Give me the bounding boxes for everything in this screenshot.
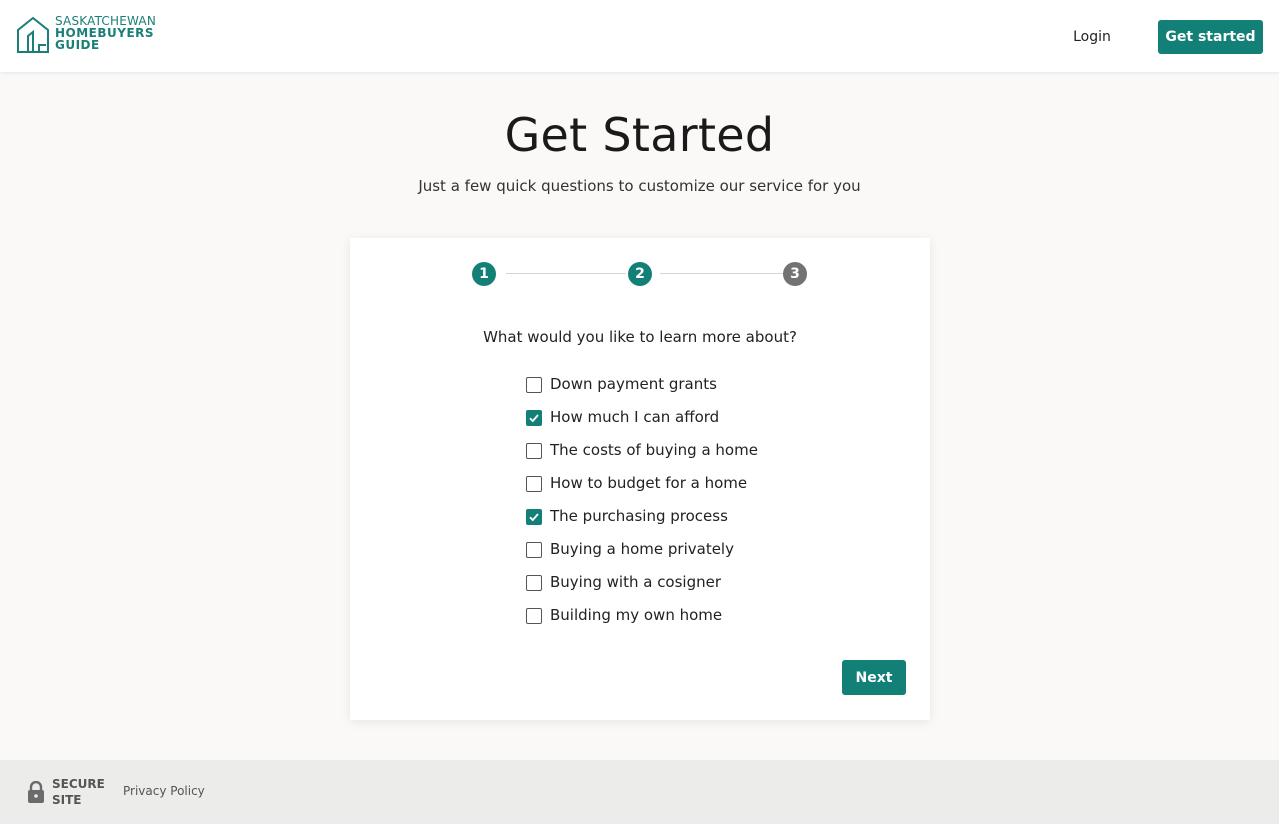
option-how-to-budget[interactable]: How to budget for a home bbox=[526, 473, 826, 506]
privacy-policy-link[interactable]: Privacy Policy bbox=[123, 784, 205, 798]
option-label: Building my own home bbox=[550, 606, 723, 624]
site-footer: SECURE SITE Privacy Policy bbox=[0, 760, 1279, 824]
progress-stepper: 1 2 3 bbox=[350, 262, 930, 286]
house-outline-icon bbox=[17, 16, 49, 53]
option-costs-of-buying[interactable]: The costs of buying a home bbox=[526, 440, 826, 473]
option-buying-with-cosigner[interactable]: Buying with a cosigner bbox=[526, 572, 826, 605]
check-icon bbox=[529, 414, 539, 423]
option-label: The purchasing process bbox=[550, 507, 728, 525]
logo-wordmark: SASKATCHEWAN HOMEBUYERS GUIDE bbox=[55, 15, 156, 51]
option-label: How to budget for a home bbox=[550, 474, 748, 492]
step-connector bbox=[660, 273, 784, 274]
get-started-button[interactable]: Get started bbox=[1158, 20, 1263, 54]
option-label: How much I can afford bbox=[550, 408, 720, 426]
option-down-payment-grants[interactable]: Down payment grants bbox=[526, 374, 826, 407]
checkbox[interactable] bbox=[526, 377, 542, 393]
page-subtitle: Just a few quick questions to customize … bbox=[418, 177, 861, 195]
site-logo[interactable]: SASKATCHEWAN HOMEBUYERS GUIDE bbox=[16, 14, 176, 58]
step-1-indicator: 1 bbox=[472, 262, 496, 286]
option-label: Buying with a cosigner bbox=[550, 573, 722, 591]
checkbox[interactable] bbox=[526, 608, 542, 624]
checkbox[interactable] bbox=[526, 476, 542, 492]
checkbox[interactable] bbox=[526, 575, 542, 591]
step-2-indicator: 2 bbox=[628, 262, 652, 286]
secure-site-badge: SECURE SITE bbox=[52, 776, 112, 808]
option-label: Down payment grants bbox=[550, 375, 717, 393]
checkbox[interactable] bbox=[526, 542, 542, 558]
secure-line-1: SECURE bbox=[52, 777, 105, 791]
option-label: Buying a home privately bbox=[550, 540, 734, 558]
topic-options: Down payment grants How much I can affor… bbox=[526, 374, 826, 638]
checkbox[interactable] bbox=[526, 509, 542, 525]
page-title: Get Started bbox=[504, 108, 775, 162]
option-buying-privately[interactable]: Buying a home privately bbox=[526, 539, 826, 572]
logo-line-3: GUIDE bbox=[55, 38, 100, 52]
option-building-own-home[interactable]: Building my own home bbox=[526, 605, 826, 638]
question-text: What would you like to learn more about? bbox=[483, 328, 797, 346]
questionnaire-card: 1 2 3 What would you like to learn more … bbox=[350, 238, 930, 720]
option-label: The costs of buying a home bbox=[550, 441, 758, 459]
step-connector bbox=[506, 273, 626, 274]
secure-line-2: SITE bbox=[52, 793, 82, 807]
checkbox[interactable] bbox=[526, 443, 542, 459]
checkbox[interactable] bbox=[526, 410, 542, 426]
option-how-much-i-can-afford[interactable]: How much I can afford bbox=[526, 407, 826, 440]
next-button[interactable]: Next bbox=[842, 660, 906, 695]
check-icon bbox=[529, 513, 539, 522]
login-link[interactable]: Login bbox=[1060, 26, 1124, 48]
option-purchasing-process[interactable]: The purchasing process bbox=[526, 506, 826, 539]
site-header: SASKATCHEWAN HOMEBUYERS GUIDE Login Get … bbox=[0, 0, 1279, 72]
step-3-indicator: 3 bbox=[783, 262, 807, 286]
lock-icon bbox=[28, 781, 44, 803]
